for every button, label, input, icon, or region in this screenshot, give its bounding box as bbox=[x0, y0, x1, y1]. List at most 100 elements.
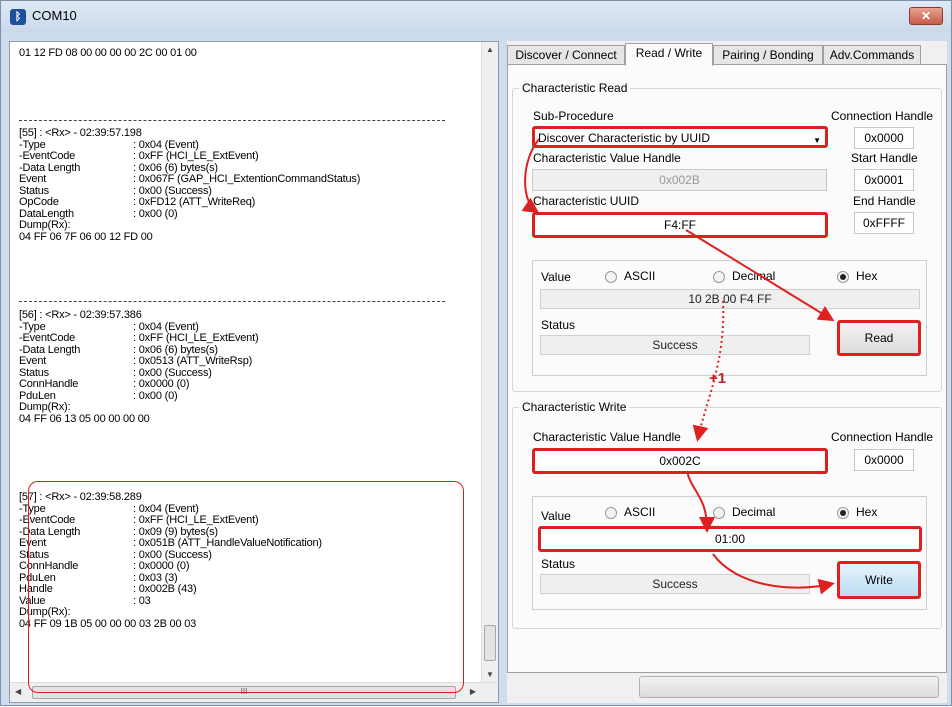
log-field-value: : 0xFF (HCI_LE_ExtEvent) bbox=[133, 332, 259, 344]
log-field-value: : 0x0000 (0) bbox=[133, 378, 190, 390]
log-dump-bytes: 04 FF 06 7F 06 00 12 FD 00 bbox=[19, 230, 153, 243]
read-radio-hex-label: Hex bbox=[856, 269, 878, 283]
log-dump-label: Dump(Rx): bbox=[19, 401, 71, 413]
read-char-value-handle-label: Characteristic Value Handle bbox=[533, 151, 681, 165]
tab-pairing-bonding[interactable]: Pairing / Bonding bbox=[713, 45, 823, 65]
log-field-name: DataLength bbox=[19, 207, 74, 220]
write-radio-decimal-label: Decimal bbox=[732, 505, 776, 519]
highlight-box-entry-57 bbox=[28, 481, 464, 693]
log-field-value: : 0x04 (Event) bbox=[133, 320, 199, 333]
read-status-field: Success bbox=[540, 335, 810, 355]
write-value-input[interactable]: 01:00 bbox=[538, 526, 922, 552]
read-radio-decimal[interactable] bbox=[713, 271, 725, 283]
progress-bar bbox=[639, 676, 939, 698]
log-top-line: 01 12 FD 08 00 00 00 00 2C 00 01 00 bbox=[19, 47, 197, 59]
log-field-name: Status bbox=[19, 184, 49, 197]
log-pane: 01 12 FD 08 00 00 00 00 2C 00 01 00 [55]… bbox=[9, 41, 499, 703]
close-button[interactable]: ✕ bbox=[909, 7, 943, 25]
read-status-label: Status bbox=[541, 318, 576, 332]
sub-procedure-label: Sub-Procedure bbox=[533, 109, 614, 123]
log-field-value: : 0x00 (0) bbox=[133, 389, 178, 402]
log-field-name: Status bbox=[19, 366, 49, 379]
vertical-scrollbar[interactable]: ▲ ▼ bbox=[481, 42, 498, 682]
sub-procedure-select[interactable]: Discover Characteristic by UUID ▼ bbox=[532, 126, 828, 148]
write-radio-ascii-label: ASCII bbox=[624, 505, 656, 519]
scroll-down-icon[interactable]: ▼ bbox=[486, 670, 494, 679]
write-char-value-handle-label: Characteristic Value Handle bbox=[533, 430, 681, 444]
right-pane: Discover / Connect Read / Write Pairing … bbox=[507, 41, 947, 703]
plus-one-annotation: +1 bbox=[709, 370, 727, 387]
characteristic-write-group: Characteristic Write Characteristic Valu… bbox=[512, 400, 942, 629]
read-value-field[interactable]: 10 2B 00 F4 FF bbox=[540, 289, 920, 309]
dropdown-arrow-icon[interactable]: ▼ bbox=[813, 132, 821, 150]
log-field-value: : 0x04 (Event) bbox=[133, 138, 199, 151]
write-value-subgroup: Value ASCII Decimal Hex 01:00 Status Suc… bbox=[532, 496, 927, 610]
log-dump-bytes: 04 FF 06 13 05 00 00 00 00 bbox=[19, 412, 150, 425]
tab-discover-connect[interactable]: Discover / Connect bbox=[507, 45, 625, 65]
start-handle-label: Start Handle bbox=[851, 151, 918, 165]
sub-procedure-value: Discover Characteristic by UUID bbox=[538, 131, 711, 145]
end-handle-input[interactable]: 0xFFFF bbox=[854, 212, 914, 234]
write-radio-hex-label: Hex bbox=[856, 505, 878, 519]
characteristic-write-title: Characteristic Write bbox=[519, 400, 630, 414]
title-bar: ᛒ COM10 ✕ bbox=[1, 1, 951, 33]
write-status-label: Status bbox=[541, 557, 576, 571]
log-field-name: OpCode bbox=[19, 196, 59, 208]
tab-strip: Discover / Connect Read / Write Pairing … bbox=[507, 43, 947, 66]
characteristic-uuid-input[interactable]: F4:FF bbox=[532, 212, 828, 238]
read-value-label: Value bbox=[541, 270, 571, 284]
log-field-name: PduLen bbox=[19, 389, 56, 402]
read-radio-ascii[interactable] bbox=[605, 271, 617, 283]
log-field-value: : 0x00 (0) bbox=[133, 207, 178, 220]
start-handle-input[interactable]: 0x0001 bbox=[854, 169, 914, 191]
log-field-value: : 0x00 (Success) bbox=[133, 366, 212, 379]
scroll-right-icon[interactable]: ▶ bbox=[470, 687, 476, 696]
write-button[interactable]: Write bbox=[837, 561, 921, 599]
log-field-value: : 0x067F (GAP_HCI_ExtentionCommandStatus… bbox=[133, 173, 361, 185]
log-field-name: -EventCode bbox=[19, 150, 76, 162]
read-value-subgroup: Value ASCII Decimal Hex 10 2B 00 F4 FF S… bbox=[532, 260, 927, 376]
log-entry-header: [56] : <Rx> - 02:39:57.386 bbox=[19, 309, 142, 321]
tab-adv-commands[interactable]: Adv.Commands bbox=[823, 45, 921, 65]
log-field-value: : 0x00 (Success) bbox=[133, 184, 212, 197]
write-char-value-handle-input[interactable]: 0x002C bbox=[532, 448, 828, 474]
end-handle-label: End Handle bbox=[853, 194, 916, 208]
read-char-value-handle-input[interactable]: 0x002B bbox=[532, 169, 827, 191]
log-field-name: Event bbox=[19, 173, 47, 185]
bluetooth-icon: ᛒ bbox=[10, 9, 26, 25]
log-separator bbox=[19, 120, 445, 121]
window-title: COM10 bbox=[32, 8, 77, 23]
log-dump-label: Dump(Rx): bbox=[19, 219, 71, 231]
log-field-name: -EventCode bbox=[19, 332, 76, 344]
log-field-name: -Data Length bbox=[19, 161, 81, 174]
scroll-left-icon[interactable]: ◀ bbox=[15, 687, 21, 696]
write-connection-handle-label: Connection Handle bbox=[831, 430, 934, 444]
characteristic-read-group: Characteristic Read Sub-Procedure Discov… bbox=[512, 81, 942, 392]
write-radio-hex[interactable] bbox=[837, 507, 849, 519]
read-radio-decimal-label: Decimal bbox=[732, 269, 776, 283]
write-radio-decimal[interactable] bbox=[713, 507, 725, 519]
log-field-value: : 0x06 (6) bytes(s) bbox=[133, 343, 218, 356]
vertical-scroll-thumb[interactable] bbox=[484, 625, 496, 661]
read-radio-hex[interactable] bbox=[837, 271, 849, 283]
log-separator bbox=[19, 301, 445, 302]
write-status-field: Success bbox=[540, 574, 810, 594]
log-field-value: : 0xFF (HCI_LE_ExtEvent) bbox=[133, 150, 259, 162]
characteristic-uuid-label: Characteristic UUID bbox=[533, 194, 640, 208]
write-connection-handle-input[interactable]: 0x0000 bbox=[854, 449, 914, 471]
log-field-name: ConnHandle bbox=[19, 378, 79, 390]
log-field-name: Event bbox=[19, 355, 47, 367]
read-write-panel: Characteristic Read Sub-Procedure Discov… bbox=[507, 64, 947, 673]
log-entry-header: [55] : <Rx> - 02:39:57.198 bbox=[19, 127, 142, 139]
log-field-value: : 0x0513 (ATT_WriteRsp) bbox=[133, 355, 253, 367]
log-field-value: : 0x06 (6) bytes(s) bbox=[133, 161, 218, 174]
log-field-name: -Type bbox=[19, 138, 46, 151]
read-radio-ascii-label: ASCII bbox=[624, 269, 656, 283]
characteristic-read-title: Characteristic Read bbox=[519, 81, 631, 95]
tab-read-write[interactable]: Read / Write bbox=[625, 43, 713, 66]
scroll-up-icon[interactable]: ▲ bbox=[486, 45, 494, 54]
read-button[interactable]: Read bbox=[837, 320, 921, 356]
read-connection-handle-input[interactable]: 0x0000 bbox=[854, 127, 914, 149]
write-radio-ascii[interactable] bbox=[605, 507, 617, 519]
write-value-label: Value bbox=[541, 509, 571, 523]
